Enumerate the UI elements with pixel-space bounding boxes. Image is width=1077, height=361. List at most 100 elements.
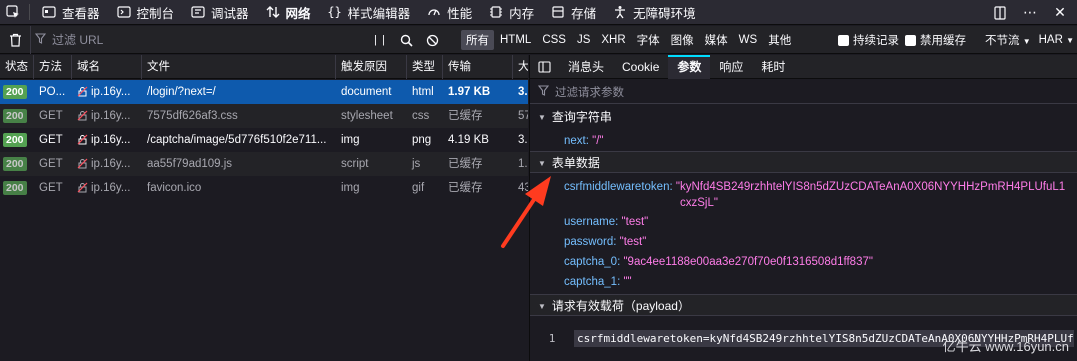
row-cause: img (341, 182, 360, 194)
row-cause: stylesheet (341, 110, 393, 122)
row-domain-text: ip.16y... (91, 158, 131, 170)
type-filter-html[interactable]: HTML (495, 32, 536, 48)
column-file[interactable]: 文件 (142, 55, 336, 79)
table-row[interactable]: 200 GET ip.16y... /captcha/image/5d776f5… (0, 128, 528, 152)
params-filter-input[interactable]: 过滤请求参数 (530, 80, 1077, 104)
har-label: HAR (1038, 34, 1063, 46)
payload-section[interactable]: ▼ 请求有效载荷（payload） (530, 294, 1077, 316)
debugger-icon (190, 4, 206, 20)
column-domain[interactable]: 域名 (72, 55, 142, 79)
tab-console-label: 控制台 (136, 6, 175, 21)
har-menu[interactable]: HAR ▼ (1039, 34, 1074, 46)
performance-icon (426, 4, 442, 20)
params-filter-placeholder: 过滤请求参数 (555, 86, 624, 99)
persist-logs-checkbox[interactable]: 持续记录 (838, 26, 899, 54)
row-cause: img (341, 134, 360, 146)
column-type[interactable]: 类型 (407, 55, 443, 79)
persist-logs-box[interactable] (838, 34, 849, 46)
status-badge: 200 (3, 157, 27, 171)
type-filter-ws[interactable]: WS (734, 32, 763, 48)
dock-side-icon[interactable] (989, 3, 1011, 23)
block-icon[interactable] (420, 30, 444, 50)
type-filter-fonts[interactable]: 字体 (632, 30, 665, 50)
search-icon[interactable] (394, 30, 418, 50)
tab-response[interactable]: 响应 (710, 55, 752, 79)
tab-cookies[interactable]: Cookie (613, 55, 668, 79)
tab-network[interactable]: 网络 (257, 0, 319, 25)
type-filter-images[interactable]: 图像 (666, 30, 699, 50)
row-domain: ip.16y... (72, 104, 142, 128)
network-icon (265, 4, 281, 20)
request-details-panel: 消息头 Cookie 参数 响应 耗时 过滤请求参数 ▼ 查询字符串 next: … (529, 54, 1077, 361)
chevron-down-icon: ▼ (1022, 37, 1031, 46)
tab-timings[interactable]: 耗时 (752, 55, 794, 79)
type-filter-css[interactable]: CSS (537, 32, 571, 48)
tab-console[interactable]: 控制台 (108, 0, 183, 25)
disable-cache-checkbox[interactable]: 禁用缓存 (905, 26, 966, 54)
tab-performance[interactable]: 性能 (418, 0, 480, 25)
tab-network-label: 网络 (285, 6, 311, 21)
param-value: "test" (619, 236, 647, 248)
column-method[interactable]: 方法 (34, 55, 72, 79)
throttling-select[interactable]: 不节流 ▼ (985, 32, 1031, 48)
tab-memory[interactable]: 内存 (480, 0, 542, 25)
type-filter-xhr[interactable]: XHR (596, 32, 630, 48)
form-param: username: "test" (564, 214, 648, 230)
tab-accessibility-label: 无障碍环境 (633, 6, 696, 21)
column-status[interactable]: 状态 (0, 55, 34, 79)
throttling-label: 不节流 (985, 35, 1020, 47)
toolbar-right-controls: ⋯ ✕ (989, 0, 1077, 25)
table-row[interactable]: 200 PO... ip.16y... /login/?next=/ docum… (0, 80, 528, 104)
chevron-down-icon: ▼ (538, 113, 546, 122)
clear-button[interactable] (0, 26, 30, 54)
more-options-icon[interactable]: ⋯ (1019, 3, 1041, 23)
column-size[interactable]: 大 (513, 55, 528, 79)
form-param: csrfmiddlewaretoken: "kyNfd4SB249rzhhtel… (564, 179, 1074, 195)
watermark: 亿牛云 www.16yun.cn (942, 339, 1069, 354)
inspector-icon (41, 4, 57, 20)
toggle-sidebar-icon[interactable] (530, 55, 559, 79)
network-filter-bar: 过滤 URL | | 所有 HTML CSS JS XHR 字体 图像 媒体 W… (0, 25, 1077, 54)
form-param-wrap: cxzSjL" (680, 195, 718, 211)
type-filter-buttons: 所有 HTML CSS JS XHR 字体 图像 媒体 WS 其他 (461, 26, 796, 54)
tab-params[interactable]: 参数 (668, 54, 711, 79)
row-file: aa55f79ad109.js (147, 158, 233, 170)
tab-headers[interactable]: 消息头 (559, 55, 613, 79)
column-transferred[interactable]: 传输 (443, 55, 513, 79)
row-type: gif (412, 182, 425, 194)
param-value: "test" (621, 216, 649, 228)
row-domain-text: ip.16y... (91, 86, 131, 98)
disable-cache-box[interactable] (905, 34, 916, 46)
tab-accessibility[interactable]: 无障碍环境 (604, 0, 704, 25)
table-row[interactable]: 200 GET ip.16y... favicon.ico img gif 已缓… (0, 176, 528, 200)
element-picker-button[interactable] (0, 0, 26, 25)
table-row[interactable]: 200 GET ip.16y... aa55f79ad109.js script… (0, 152, 528, 176)
request-list-header: 状态 方法 域名 文件 触发原因 类型 传输 大 (0, 55, 528, 79)
type-filter-other[interactable]: 其他 (763, 30, 796, 50)
tab-debugger-label: 调试器 (211, 6, 249, 21)
form-data-section[interactable]: ▼ 表单数据 (530, 151, 1077, 173)
table-row[interactable]: 200 GET ip.16y... 7575df626af3.css style… (0, 104, 528, 128)
status-badge: 200 (3, 133, 27, 147)
row-file: /captcha/image/5d776f510f2e711... (147, 134, 327, 146)
param-value: "" (623, 276, 632, 288)
tab-storage[interactable]: 存储 (542, 0, 604, 25)
insecure-lock-icon (77, 135, 88, 145)
param-value-continued: cxzSjL" (680, 197, 718, 209)
tab-debugger[interactable]: 调试器 (182, 0, 257, 25)
type-filter-all[interactable]: 所有 (461, 30, 494, 50)
tab-inspector[interactable]: 查看器 (33, 0, 108, 25)
type-filter-media[interactable]: 媒体 (700, 30, 733, 50)
toolbar-divider (29, 4, 30, 20)
close-icon[interactable]: ✕ (1049, 3, 1071, 23)
row-domain-text: ip.16y... (91, 110, 131, 122)
type-filter-js[interactable]: JS (572, 32, 595, 48)
tab-style-editor[interactable]: {} 样式编辑器 (319, 0, 419, 25)
console-icon (116, 4, 132, 20)
query-string-section[interactable]: ▼ 查询字符串 (530, 106, 1077, 128)
url-filter-input[interactable]: 过滤 URL (30, 25, 360, 54)
form-param: password: "test" (564, 234, 646, 250)
column-cause[interactable]: 触发原因 (336, 55, 407, 79)
pause-icon[interactable]: | | (368, 30, 392, 50)
row-domain: ip.16y... (72, 128, 142, 152)
